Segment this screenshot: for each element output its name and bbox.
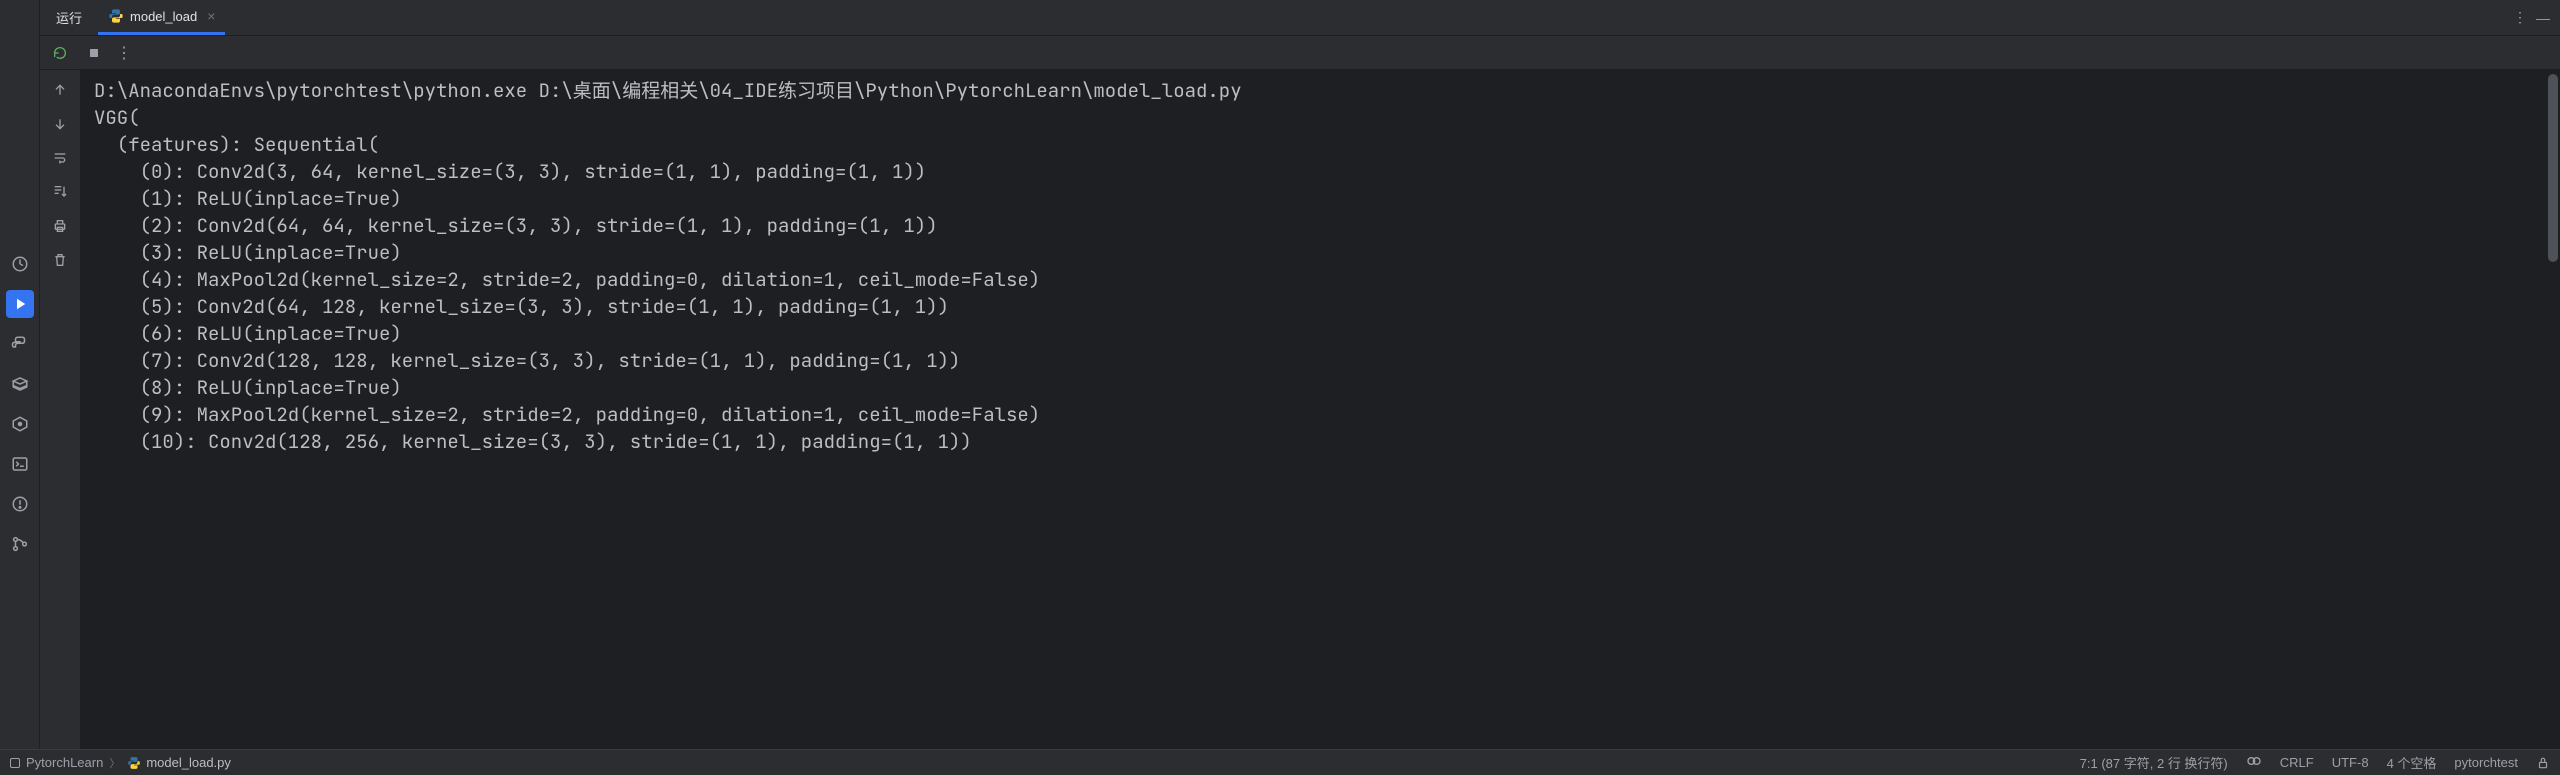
console-output[interactable]: D:\AnacondaEnvs\pytorchtest\python.exe D… bbox=[80, 70, 2560, 749]
interpreter[interactable]: pytorchtest bbox=[2454, 755, 2518, 770]
run-toolbar: ⋮ bbox=[40, 36, 2560, 70]
line-separator[interactable]: CRLF bbox=[2280, 755, 2314, 770]
run-tab-model-load[interactable]: model_load × bbox=[98, 0, 225, 35]
soft-wrap-icon[interactable] bbox=[46, 144, 74, 172]
terminal-icon[interactable] bbox=[6, 450, 34, 478]
rerun-button[interactable] bbox=[48, 41, 72, 65]
status-bar: PytorchLearn 〉 model_load.py 7:1 (87 字符,… bbox=[0, 749, 2560, 775]
python-console-icon[interactable] bbox=[6, 330, 34, 358]
indent-setting[interactable]: 4 个空格 bbox=[2387, 753, 2437, 772]
python-file-icon bbox=[126, 755, 142, 771]
more-options-icon[interactable]: ⋮ bbox=[2513, 9, 2526, 26]
run-tab-label: model_load bbox=[130, 9, 197, 24]
problems-icon[interactable] bbox=[6, 490, 34, 518]
run-tool-icon[interactable] bbox=[6, 290, 34, 318]
run-panel-label: 运行 bbox=[40, 0, 98, 35]
scrollbar-thumb[interactable] bbox=[2548, 74, 2558, 262]
down-arrow-icon[interactable] bbox=[46, 110, 74, 138]
file-encoding[interactable]: UTF-8 bbox=[2332, 755, 2369, 770]
left-tool-rail bbox=[0, 0, 40, 749]
reader-mode-icon[interactable] bbox=[2246, 753, 2262, 772]
delete-icon[interactable] bbox=[46, 246, 74, 274]
close-tab-icon[interactable]: × bbox=[207, 8, 215, 24]
profiler-icon[interactable] bbox=[6, 250, 34, 278]
packages-icon[interactable] bbox=[6, 370, 34, 398]
project-icon bbox=[10, 758, 20, 768]
lock-icon[interactable] bbox=[2536, 756, 2550, 770]
run-tab-bar: 运行 model_load × ⋮ — bbox=[40, 0, 2560, 36]
breadcrumb-file[interactable]: model_load.py bbox=[126, 755, 231, 771]
breadcrumb-project[interactable]: PytorchLearn bbox=[26, 755, 103, 770]
up-arrow-icon[interactable] bbox=[46, 76, 74, 104]
minimize-panel-icon[interactable]: — bbox=[2536, 10, 2550, 26]
run-more-options-icon[interactable]: ⋮ bbox=[116, 43, 131, 63]
services-icon[interactable] bbox=[6, 410, 34, 438]
python-file-icon bbox=[108, 8, 124, 24]
console-action-sidebar bbox=[40, 70, 80, 749]
scrollbar[interactable] bbox=[2548, 74, 2558, 745]
scroll-to-end-icon[interactable] bbox=[46, 178, 74, 206]
stop-button[interactable] bbox=[82, 41, 106, 65]
chevron-right-icon: 〉 bbox=[109, 755, 120, 771]
vcs-icon[interactable] bbox=[6, 530, 34, 558]
print-icon[interactable] bbox=[46, 212, 74, 240]
cursor-position[interactable]: 7:1 (87 字符, 2 行 换行符) bbox=[2080, 753, 2228, 772]
